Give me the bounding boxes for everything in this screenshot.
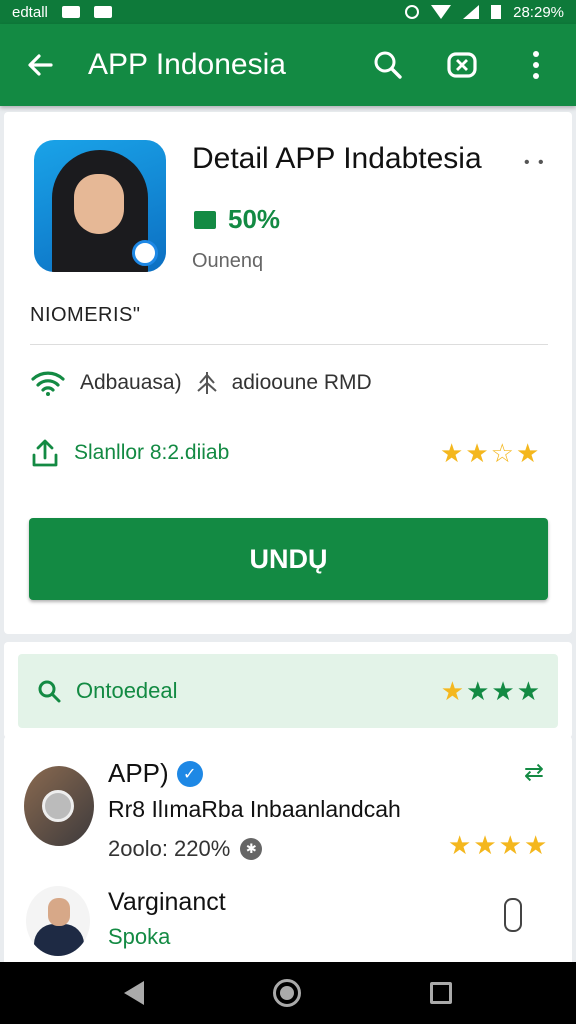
search-bar[interactable]: Ontoedeal ★ ★ ★ ★ xyxy=(18,654,558,728)
overflow-menu-button[interactable] xyxy=(514,43,558,87)
back-button[interactable] xyxy=(18,43,62,87)
app-notification-icon xyxy=(93,6,112,18)
detail-label: NIOMERIS" xyxy=(30,304,141,326)
tree-icon xyxy=(196,372,217,394)
search-rating-stars: ★ ★ ★ ★ xyxy=(441,678,540,704)
star-icon: ★ xyxy=(515,438,540,468)
carrier-label: edtall xyxy=(12,3,48,21)
share-text: Slanllor 8:2.diiab xyxy=(74,441,230,464)
search-icon xyxy=(374,51,402,79)
notification-icon xyxy=(61,6,80,18)
scan-icon xyxy=(447,52,477,78)
more-vertical-icon xyxy=(533,51,539,79)
nav-recents-icon[interactable] xyxy=(429,982,452,1004)
search-button[interactable] xyxy=(366,43,410,87)
star-icon: ★ xyxy=(523,830,548,860)
search-icon xyxy=(38,680,61,703)
detail-title: Detail APP Indabtesia xyxy=(192,142,482,175)
reviews-card: APP) ✓ ⇄ Rr8 IlımaRba Inbaanlandcah 2ool… xyxy=(4,736,572,966)
star-icon: ★ xyxy=(498,830,522,860)
review-author-name: APP) xyxy=(108,758,169,788)
battery-icon xyxy=(491,5,502,19)
star-icon: ★ xyxy=(448,830,472,860)
info-row: Adbauasa) adiooune RMD xyxy=(30,370,372,396)
star-icon: ★ xyxy=(440,676,465,706)
review-subtitle: Spoka xyxy=(108,924,171,949)
star-icon: ★ xyxy=(473,830,497,860)
nav-home-icon[interactable] xyxy=(272,979,301,1007)
app-detail-card: Detail APP Indabtesia • • 50% Ounenq NIO… xyxy=(4,112,572,634)
alarm-icon xyxy=(405,5,420,19)
wifi-icon xyxy=(431,5,452,19)
nav-back-icon[interactable] xyxy=(124,981,145,1005)
divider xyxy=(30,344,548,345)
share-row[interactable]: Slanllor 8:2.diiab xyxy=(30,438,229,468)
settings-icon: ✱ xyxy=(240,838,263,860)
review-author: APP) ✓ xyxy=(108,758,203,789)
star-icon: ★ xyxy=(516,676,540,706)
arrow-left-icon xyxy=(28,54,53,76)
download-button[interactable]: UNDŲ xyxy=(29,518,548,600)
app-icon xyxy=(34,140,166,272)
wifi-icon xyxy=(31,371,65,396)
info-left-text: Adbauasa) xyxy=(80,371,182,394)
star-icon: ★ xyxy=(466,676,490,706)
scan-button[interactable] xyxy=(440,43,484,87)
star-icon: ☆ xyxy=(490,438,514,468)
star-icon: ★ xyxy=(440,438,464,468)
signal-icon xyxy=(463,5,480,19)
review-author-name: Varginanct xyxy=(108,888,226,916)
app-bar: APP Indonesia xyxy=(0,24,576,106)
status-bar: edtall 28:29% xyxy=(0,0,576,24)
share-icon[interactable]: ⇄ xyxy=(524,758,544,787)
star-icon: ★ xyxy=(465,438,489,468)
search-card: Ontoedeal ★ ★ ★ ★ xyxy=(4,642,572,738)
info-right-text: adiooune RMD xyxy=(231,371,372,394)
progress-icon xyxy=(194,210,216,229)
rating-stars: ★ ★ ☆ ★ xyxy=(440,440,539,466)
app-bar-title: APP Indonesia xyxy=(88,48,286,81)
search-text: Ontoedeal xyxy=(76,678,178,703)
avatar[interactable] xyxy=(24,766,94,846)
share-icon xyxy=(32,439,58,467)
more-options-icon[interactable]: • • xyxy=(524,154,546,172)
review-meta-text: 2oolo: 220% xyxy=(108,836,231,861)
badge-icon xyxy=(132,240,158,266)
review-text: Rr8 IlımaRba Inbaanlandcah xyxy=(108,796,401,822)
system-nav-bar xyxy=(0,962,576,1024)
review-rating-stars: ★ ★ ★ ★ xyxy=(448,832,547,858)
more-options-icon[interactable] xyxy=(504,898,522,932)
status-time: 28:29% xyxy=(513,3,564,21)
avatar[interactable] xyxy=(26,886,90,956)
percent-row: 50% xyxy=(194,204,280,235)
star-icon: ★ xyxy=(491,676,515,706)
percent-value: 50% xyxy=(228,204,281,234)
detail-subtitle: Ounenq xyxy=(192,250,264,272)
review-meta: 2oolo: 220% ✱ xyxy=(108,836,263,862)
verified-icon: ✓ xyxy=(176,760,203,787)
